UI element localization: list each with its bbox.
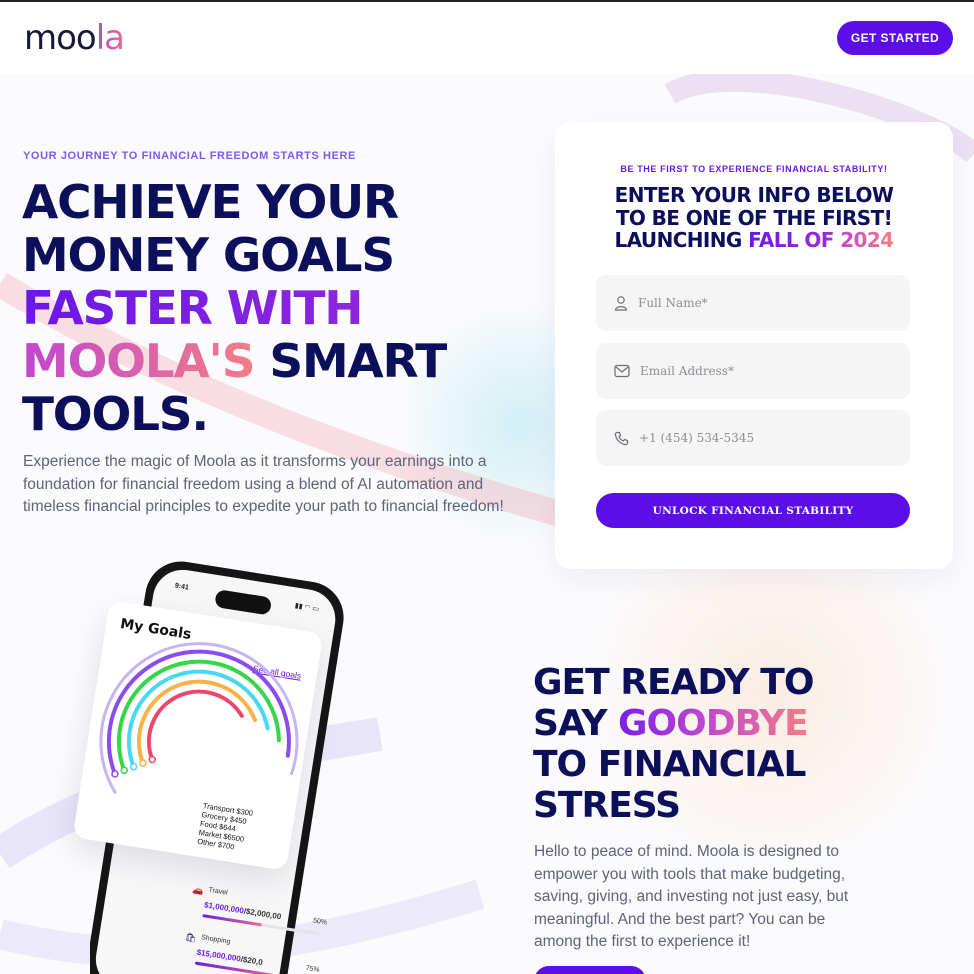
launch-season: FALL OF [748,228,841,252]
get-started-button[interactable]: GET STARTED [837,21,953,55]
car-icon: 🚗 [191,884,205,896]
signup-card: BE THE FIRST TO EXPERIENCE FINANCIAL STA… [555,122,953,569]
section-cta-button[interactable] [534,966,646,974]
logo-text-accent: la [95,18,125,58]
section-title: GET READY TO SAY GOODBYE TO FINANCIAL ST… [533,662,973,826]
goal-item-percent: 75% [305,964,320,974]
section-title-accent: GOODBYE [617,703,809,744]
unlock-financial-stability-button[interactable]: UNLOCK FINANCIAL STABILITY [596,493,910,528]
hero-title-line-2: MONEY GOALS [22,228,395,282]
phone-time: 9:41 [174,582,190,592]
user-icon [614,296,628,311]
hero-title-line-1: ACHIEVE YOUR [22,175,399,229]
goal-item-amount: $1,000,000 [203,900,245,916]
signup-title-line-3: LAUNCHING FALL OF 2024 [555,229,953,252]
hero-title-line-5: TOOLS. [22,387,209,441]
goal-item-name: Shopping [200,934,231,946]
goal-item-percent: 50% [312,917,328,927]
goal-item-name: Travel [208,886,229,897]
hero-title-line-3: FASTER WITH [22,282,552,335]
section-title-line-3: TO FINANCIAL [533,744,806,785]
goal-ring-endpoint [139,759,147,767]
goal-item-total: /$20,0 [240,954,264,968]
goal-ring-endpoint [120,766,128,775]
launching-text: LAUNCHING [614,228,749,252]
phone-icon [614,431,629,445]
goal-item-total: /$2,000,00 [243,906,282,922]
full-name-field[interactable] [596,275,910,331]
signup-title: ENTER YOUR INFO BELOW TO BE ONE OF THE F… [555,184,953,252]
mail-icon [614,364,630,378]
my-goals-card: My Goals See all goals Transport $300 Gr… [72,600,324,871]
section-title-prefix: SAY [533,703,618,744]
hero-title-rest: SMART [254,334,447,388]
full-name-input[interactable] [638,296,888,310]
goal-ring-endpoint [129,762,138,771]
signup-title-line-2: TO BE ONE OF THE FIRST! [615,205,893,230]
email-field[interactable] [596,343,910,399]
hero-title: ACHIEVE YOUR MONEY GOALS FASTER WITH MOO… [22,176,552,441]
logo-text: moo [24,18,97,58]
site-header: moo la GET STARTED [0,2,974,74]
phone-notch [214,589,273,616]
shopping-bag-icon: 🛍 [184,931,198,944]
phone-input[interactable] [639,431,889,445]
hero-eyebrow: YOUR JOURNEY TO FINANCIAL FREEDOM STARTS… [23,150,356,162]
signup-eyebrow: BE THE FIRST TO EXPERIENCE FINANCIAL STA… [620,164,888,174]
moola-logo[interactable]: moo la [24,18,125,58]
section-description: Hello to peace of mind. Moola is designe… [534,843,849,950]
goal-ring-endpoint [111,770,119,778]
goal-ring-endpoint [148,755,157,764]
section-title-line-1: GET READY TO [533,662,814,703]
phone-field[interactable] [596,410,910,466]
goals-ring-chart [99,642,299,794]
hero-title-accent: MOOLA'S [22,334,255,388]
section-title-line-4: STRESS [533,785,681,826]
hero-title-line-4: MOOLA'S SMART [22,335,552,388]
launch-year: 2024 [840,228,894,252]
hero-description: Experience the magic of Moola as it tran… [23,453,504,515]
goal-item-amount: $15,000,000 [196,947,242,964]
phone-status-icons: ▮▮ ◠ ▭ [294,602,320,614]
section-title-line-2: SAY GOODBYE [533,703,973,744]
signup-title-line-1: ENTER YOUR INFO BELOW [614,183,894,207]
goals-legend: Transport $300 Grocery $450 Food $644 Ma… [197,801,254,853]
email-input[interactable] [640,364,890,378]
